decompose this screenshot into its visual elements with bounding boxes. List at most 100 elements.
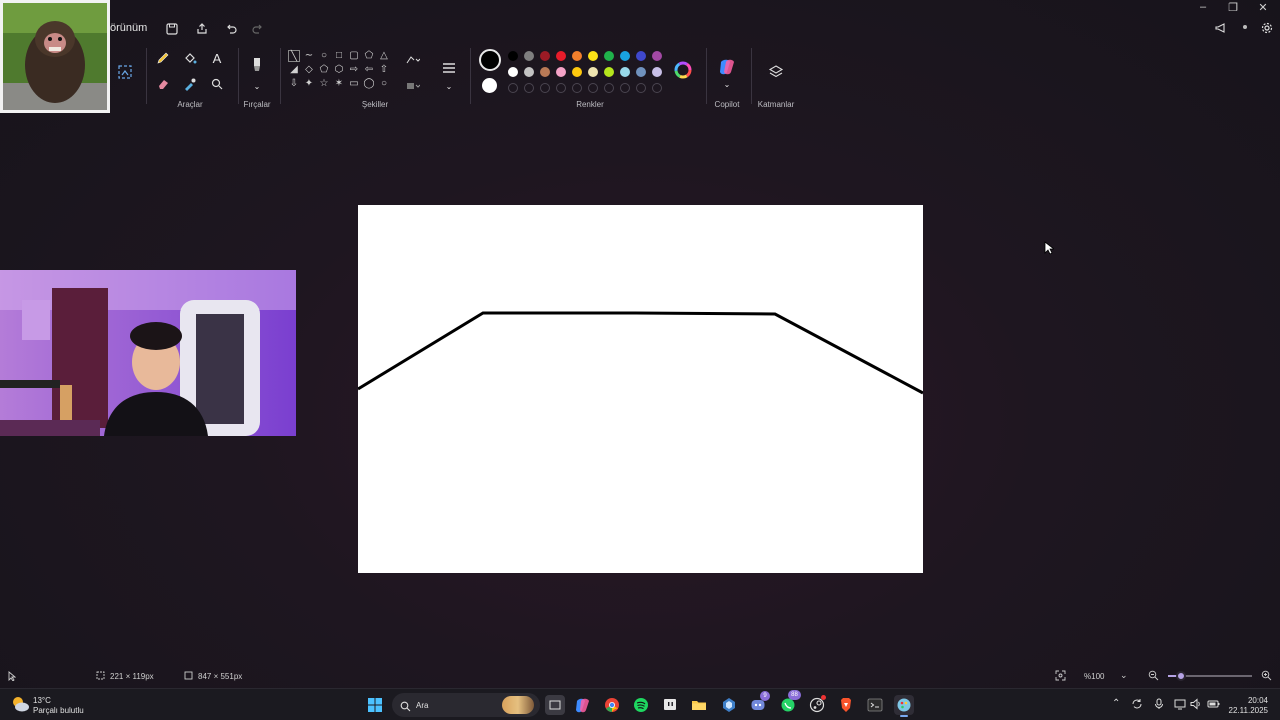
secondary-color-swatch[interactable] (482, 78, 497, 93)
announce-icon[interactable] (1210, 17, 1232, 39)
custom-color-slot[interactable] (556, 83, 566, 93)
terminal-icon[interactable] (865, 695, 885, 715)
triangle-shape-icon[interactable]: △ (378, 50, 390, 62)
primary-color-swatch[interactable] (479, 49, 501, 71)
color-swatch[interactable] (652, 67, 662, 77)
arrow-up-shape-icon[interactable]: ⇧ (378, 64, 390, 76)
diamond-shape-icon[interactable]: ◇ (303, 64, 315, 76)
chevron-down-icon[interactable]: ⌄ (247, 76, 267, 96)
share-icon[interactable] (191, 18, 213, 40)
color-swatch[interactable] (524, 51, 534, 61)
custom-color-slot[interactable] (572, 83, 582, 93)
star6-shape-icon[interactable]: ✶ (333, 78, 345, 90)
color-swatch[interactable] (652, 51, 662, 61)
custom-color-slot[interactable] (524, 83, 534, 93)
color-wheel-icon[interactable] (673, 60, 693, 80)
custom-color-slot[interactable] (652, 83, 662, 93)
microphone-icon[interactable] (1154, 698, 1164, 713)
pentagon-shape-icon[interactable]: ⬠ (318, 64, 330, 76)
color-swatch[interactable] (540, 67, 550, 77)
sync-icon[interactable] (1131, 698, 1143, 713)
save-icon[interactable] (161, 18, 183, 40)
task-view-icon[interactable] (545, 695, 565, 715)
close-button[interactable]: ✕ (1248, 0, 1278, 14)
zoom-slider[interactable] (1168, 671, 1252, 681)
chrome-icon[interactable] (602, 695, 622, 715)
network-icon[interactable] (1174, 698, 1186, 713)
chevron-down-icon[interactable]: ⌄ (717, 74, 737, 94)
hexagon-shape-icon[interactable]: ⬡ (333, 64, 345, 76)
clock-date[interactable]: 22.11.2025 (1220, 706, 1268, 715)
curve-shape-icon[interactable]: ∼ (303, 50, 315, 62)
copilot-taskbar-icon[interactable] (573, 695, 593, 715)
undo-icon[interactable] (220, 18, 242, 40)
star4-shape-icon[interactable]: ✦ (303, 78, 315, 90)
rounded-rectangle-shape-icon[interactable]: ▢ (348, 50, 360, 62)
arrow-left-shape-icon[interactable]: ⇦ (363, 64, 375, 76)
weather-widget[interactable]: 13°C Parçalı bulutlu (10, 693, 110, 717)
color-swatch[interactable] (636, 67, 646, 77)
discord-icon[interactable]: 9 (748, 691, 770, 715)
drawing-canvas[interactable] (357, 205, 924, 573)
fill-icon[interactable] (180, 48, 200, 68)
color-swatch[interactable] (556, 51, 566, 61)
brush-icon[interactable] (247, 56, 267, 76)
custom-color-slot[interactable] (508, 83, 518, 93)
color-swatch[interactable] (572, 51, 582, 61)
fill-style-icon[interactable] (403, 76, 423, 96)
fit-to-window-icon[interactable] (1055, 670, 1066, 683)
rectangle-shape-icon[interactable]: □ (333, 50, 345, 62)
color-picker-icon[interactable] (180, 74, 200, 94)
color-swatch[interactable] (604, 67, 614, 77)
paint-app-icon[interactable] (894, 695, 914, 717)
line-shape-icon[interactable]: ╲ (288, 50, 300, 62)
windows-start-icon[interactable] (365, 695, 385, 715)
shapes-gallery[interactable]: ╲ ∼ ○ □ ▢ ⬠ △ ◢ ◇ ⬠ ⬡ ⇨ ⇦ ⇧ ⇩ ✦ ☆ ✶ ▭ ◯ … (286, 48, 394, 96)
zoom-slider-thumb[interactable] (1176, 671, 1186, 681)
select-icon[interactable] (115, 62, 135, 82)
zoom-out-icon[interactable] (1148, 670, 1159, 683)
polygon-shape-icon[interactable]: ⬠ (363, 50, 375, 62)
eraser-icon[interactable] (153, 74, 173, 94)
minimize-button[interactable]: – (1188, 0, 1218, 14)
color-swatch[interactable] (588, 67, 598, 77)
oval-shape-icon[interactable]: ○ (318, 50, 330, 62)
size-icon[interactable] (439, 58, 459, 78)
color-swatch[interactable] (508, 67, 518, 77)
zoom-in-icon[interactable] (1261, 670, 1272, 683)
color-swatch[interactable] (636, 51, 646, 61)
color-swatch[interactable] (620, 67, 630, 77)
star5-shape-icon[interactable]: ☆ (318, 78, 330, 90)
whatsapp-icon[interactable]: 88 (778, 690, 801, 715)
color-swatch[interactable] (540, 51, 550, 61)
color-swatch[interactable] (620, 51, 630, 61)
chevron-up-icon[interactable]: ⌃ (1112, 698, 1120, 709)
color-swatch[interactable] (524, 67, 534, 77)
twitch-icon[interactable] (660, 695, 680, 715)
magnifier-icon[interactable] (207, 74, 227, 94)
settings-icon[interactable] (1256, 17, 1278, 39)
text-icon[interactable]: A (207, 48, 227, 68)
clock-time[interactable]: 20:04 (1228, 696, 1268, 705)
outline-icon[interactable] (403, 50, 423, 70)
color-swatch[interactable] (556, 67, 566, 77)
color-swatch[interactable] (604, 51, 614, 61)
volume-icon[interactable] (1190, 698, 1202, 713)
arrow-right-shape-icon[interactable]: ⇨ (348, 64, 360, 76)
chevron-down-icon[interactable]: ⌄ (439, 76, 459, 96)
redo-icon[interactable] (247, 18, 269, 40)
callout-rect-shape-icon[interactable]: ▭ (348, 78, 360, 90)
arrow-down-shape-icon[interactable]: ⇩ (288, 78, 300, 90)
battery-icon[interactable] (1207, 698, 1220, 713)
right-triangle-shape-icon[interactable]: ◢ (288, 64, 300, 76)
taskbar-search[interactable]: Ara (392, 693, 540, 717)
callout-cloud-shape-icon[interactable]: ○ (378, 78, 390, 90)
brave-icon[interactable] (836, 695, 856, 715)
custom-color-slot[interactable] (540, 83, 550, 93)
color-swatch[interactable] (508, 51, 518, 61)
maximize-button[interactable]: ❐ (1218, 0, 1248, 14)
color-swatch[interactable] (572, 67, 582, 77)
custom-color-slot[interactable] (636, 83, 646, 93)
layers-icon[interactable] (766, 62, 786, 82)
pencil-icon[interactable] (153, 48, 173, 68)
